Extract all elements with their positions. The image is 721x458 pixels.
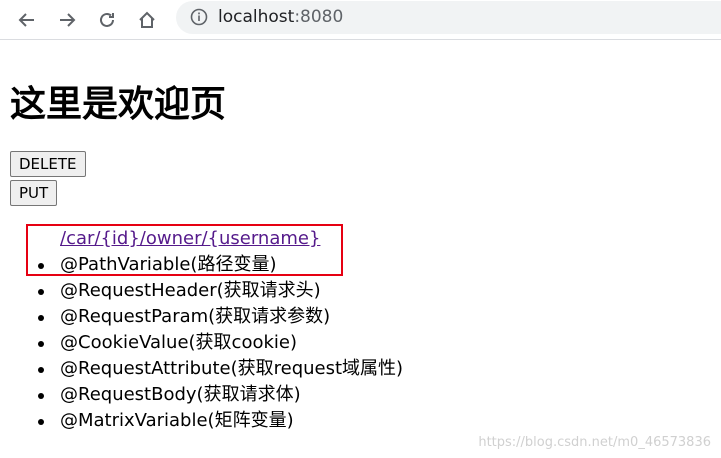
list-item: @RequestHeader(获取请求头): [38, 278, 403, 304]
watermark: https://blog.csdn.net/m0_46573836: [478, 435, 711, 450]
bullet: [38, 419, 44, 425]
reload-button[interactable]: [93, 6, 121, 34]
reload-icon: [100, 12, 114, 27]
back-button[interactable]: [13, 6, 41, 34]
home-button[interactable]: [133, 6, 161, 34]
bullet: [38, 289, 44, 295]
page-title: 这里是欢迎页: [10, 84, 227, 125]
url-host: localhost: [218, 7, 295, 27]
address-bar[interactable]: localhost:8080: [176, 1, 721, 34]
forward-button[interactable]: [53, 6, 81, 34]
info-icon[interactable]: [190, 8, 208, 26]
list-item-label: @CookieValue(获取cookie): [60, 332, 297, 353]
home-icon: [139, 11, 155, 28]
page-content: 这里是欢迎页 DELETE PUT /car/{id}/owner/{usern…: [0, 41, 721, 458]
url-port: :8080: [294, 7, 344, 27]
list-item: @RequestBody(获取请求体): [38, 382, 403, 408]
bullet: [38, 315, 44, 321]
put-button[interactable]: PUT: [10, 180, 58, 206]
arrow-right-icon: [60, 13, 76, 27]
delete-button[interactable]: DELETE: [10, 151, 86, 177]
bullet: [38, 393, 44, 399]
red-annotation-box: [26, 224, 343, 276]
list-item: @MatrixVariable(矩阵变量): [38, 408, 403, 434]
arrow-left-icon: [18, 13, 34, 27]
list-item-label: @RequestParam(获取请求参数): [60, 306, 331, 327]
list-item-label: @RequestAttribute(获取request域属性): [60, 358, 404, 379]
bullet: [38, 341, 44, 347]
list-item-label: @MatrixVariable(矩阵变量): [60, 410, 294, 431]
url-text[interactable]: localhost:8080: [218, 7, 343, 27]
list-item: @RequestAttribute(获取request域属性): [38, 356, 404, 382]
list-item-label: @RequestHeader(获取请求头): [60, 280, 321, 301]
browser-toolbar: localhost:8080: [0, 0, 721, 40]
list-item-label: @RequestBody(获取请求体): [60, 384, 301, 405]
list-item: @CookieValue(获取cookie): [38, 330, 403, 356]
bullet: [38, 367, 44, 373]
list-item: @RequestParam(获取请求参数): [38, 304, 403, 330]
